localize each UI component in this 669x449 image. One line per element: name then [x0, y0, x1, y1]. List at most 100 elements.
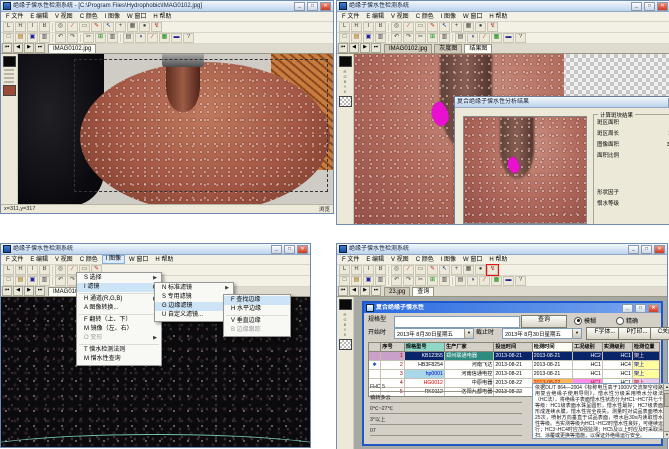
dot-icon[interactable]: ●	[475, 22, 486, 32]
nav-first-icon[interactable]: ⏮	[338, 43, 348, 53]
nav-prev-icon[interactable]: ◀	[349, 286, 359, 296]
maximize-button[interactable]: □	[641, 245, 652, 254]
draw-icon[interactable]: ∕	[479, 276, 490, 286]
maximize-button[interactable]: □	[307, 2, 318, 11]
menu-image[interactable]: I 图像	[438, 13, 459, 21]
print-icon[interactable]: ▥	[39, 276, 50, 286]
tab-image[interactable]: IMAG0102.jpg	[48, 44, 96, 53]
paste-icon[interactable]: ▥	[439, 33, 450, 43]
menu-item-filter[interactable]: I 滤镜▶	[77, 283, 161, 292]
print-icon[interactable]: ▥	[375, 33, 386, 43]
header-commission-date[interactable]: 投运时间	[494, 343, 532, 351]
titlebar[interactable]: 绝缘子憎水性检测系统 _ □ ✕	[337, 244, 667, 255]
tool-b-button[interactable]: B	[375, 265, 386, 275]
menu-file[interactable]: F 文件	[339, 13, 362, 21]
menu-edit[interactable]: E 编辑	[27, 13, 51, 21]
new-icon[interactable]: □	[3, 276, 14, 286]
maximize-button[interactable]: □	[644, 2, 655, 11]
maximize-button[interactable]: □	[284, 245, 295, 254]
nav-next-icon[interactable]: ▶	[24, 286, 34, 296]
image-canvas[interactable]	[18, 54, 333, 204]
tool-b-button[interactable]: B	[39, 22, 50, 32]
undo-icon[interactable]: ↶	[391, 33, 402, 43]
arrow-icon[interactable]: ↖	[439, 22, 450, 32]
exact-radio[interactable]: 精确	[616, 316, 638, 325]
nav-first-icon[interactable]: ⏮	[2, 286, 12, 296]
close-query-button[interactable]: C关闭	[650, 327, 669, 340]
eyedropper-icon[interactable]: ∕	[403, 265, 414, 275]
nav-prev-icon[interactable]: ◀	[349, 43, 359, 53]
timer-icon[interactable]: ◑	[135, 33, 146, 43]
titlebar[interactable]: 绝缘子憎水性检测系统 - [C:\Program Files\Hydrophob…	[1, 1, 333, 12]
rect-select-icon[interactable]: ▭	[415, 265, 426, 275]
menu-item-channels[interactable]: H 通道(R,G,B)▶	[77, 295, 161, 304]
header-position[interactable]: 检测位置	[633, 343, 659, 351]
redo-icon[interactable]: ↷	[67, 33, 78, 43]
tool-r-button[interactable]: R	[351, 265, 362, 275]
header-measured-level[interactable]: 实测级别	[603, 343, 633, 351]
nav-prev-icon[interactable]: ◀	[13, 286, 23, 296]
crop-icon[interactable]: +	[451, 22, 462, 32]
menu-window[interactable]: W 窗口	[460, 13, 485, 21]
open-icon[interactable]: ▤	[15, 276, 26, 286]
tab-image[interactable]: IMAG0102.jpg	[384, 44, 432, 53]
zoom-icon[interactable]: ◎	[391, 265, 402, 275]
print-icon[interactable]: ▥	[375, 276, 386, 286]
arrow-icon[interactable]: ↖	[439, 265, 450, 275]
table-row[interactable]: 1 KB12355 郑州联通电器 2013-08-21 2013-08-21 H…	[369, 352, 659, 361]
foreground-color-swatch[interactable]	[339, 299, 352, 310]
help-icon[interactable]: ?	[183, 33, 194, 43]
menu-view[interactable]: V 视图	[388, 256, 412, 264]
nav-last-icon[interactable]: ⏭	[35, 43, 45, 53]
menu-view[interactable]: V 视图	[388, 13, 412, 21]
menu-help[interactable]: H 帮助	[486, 256, 510, 264]
tab-result[interactable]: 结果图	[464, 44, 492, 53]
selection-rectangle[interactable]	[74, 59, 328, 192]
palette-icon[interactable]: ▦	[491, 276, 502, 286]
nav-last-icon[interactable]: ⏭	[371, 43, 381, 53]
nav-last-icon[interactable]: ⏭	[371, 286, 381, 296]
pen-icon[interactable]: ✎	[427, 265, 438, 275]
save-icon[interactable]: ▣	[363, 33, 374, 43]
start-date-combo[interactable]: 2013年 8月30日星期五 ▼	[394, 328, 474, 339]
header-icon-col[interactable]	[369, 343, 381, 351]
image-icon[interactable]: ▬	[171, 33, 182, 43]
cut-icon[interactable]: ✂	[415, 33, 426, 43]
redo-icon[interactable]: ↷	[403, 276, 414, 286]
tool-r-button[interactable]: R	[351, 22, 362, 32]
nav-next-icon[interactable]: ▶	[360, 286, 370, 296]
zoom-icon[interactable]: ◎	[391, 22, 402, 32]
menu-view[interactable]: V 视图	[52, 256, 76, 264]
new-icon[interactable]: □	[339, 276, 350, 286]
grid-icon[interactable]: ▦	[463, 22, 474, 32]
notes-scrollbar[interactable]: ▲ ▼	[663, 384, 669, 438]
picked-color-swatch[interactable]	[3, 85, 16, 96]
pen-icon[interactable]: ✎	[91, 22, 102, 32]
titlebar[interactable]: 绝缘子憎水性检测系统 _ □ ✕	[1, 244, 310, 255]
minimize-button[interactable]: _	[628, 245, 639, 254]
menu-item-hydro-rule[interactable]: T 憎水检测法则	[77, 346, 161, 355]
foreground-color-swatch[interactable]	[339, 56, 352, 67]
tool-b-button[interactable]: B	[39, 265, 50, 275]
printer-icon[interactable]: ▤	[455, 33, 466, 43]
pen-icon[interactable]: ✎	[427, 22, 438, 32]
copy-icon[interactable]: ⊞	[427, 276, 438, 286]
crop-icon[interactable]: +	[451, 265, 462, 275]
tool-r-button[interactable]: R	[15, 22, 26, 32]
menu-item-standard-filter[interactable]: N 标准滤镜▶	[155, 284, 233, 293]
palette-icon[interactable]: ▦	[491, 33, 502, 43]
cut-icon[interactable]: ✂	[83, 33, 94, 43]
menu-item-horizontal-edges[interactable]: H 水平边缘	[224, 305, 290, 314]
query-button[interactable]: 查询	[521, 315, 567, 328]
menu-item-edge-trace[interactable]: B 边缘跟踪	[224, 326, 290, 335]
menu-window[interactable]: W 窗口	[460, 256, 485, 264]
dot-icon[interactable]: ●	[139, 22, 150, 32]
timer-icon[interactable]: ◑	[467, 33, 478, 43]
menu-help[interactable]: H 帮助	[150, 13, 174, 21]
menu-help[interactable]: H 帮助	[152, 256, 176, 264]
close-button[interactable]: ✕	[657, 2, 668, 11]
menu-edit[interactable]: E 编辑	[27, 256, 51, 264]
menu-image[interactable]: I 图像	[102, 13, 123, 21]
tool-l-button[interactable]: L	[3, 22, 14, 32]
tool-t-button[interactable]: T	[27, 265, 38, 275]
